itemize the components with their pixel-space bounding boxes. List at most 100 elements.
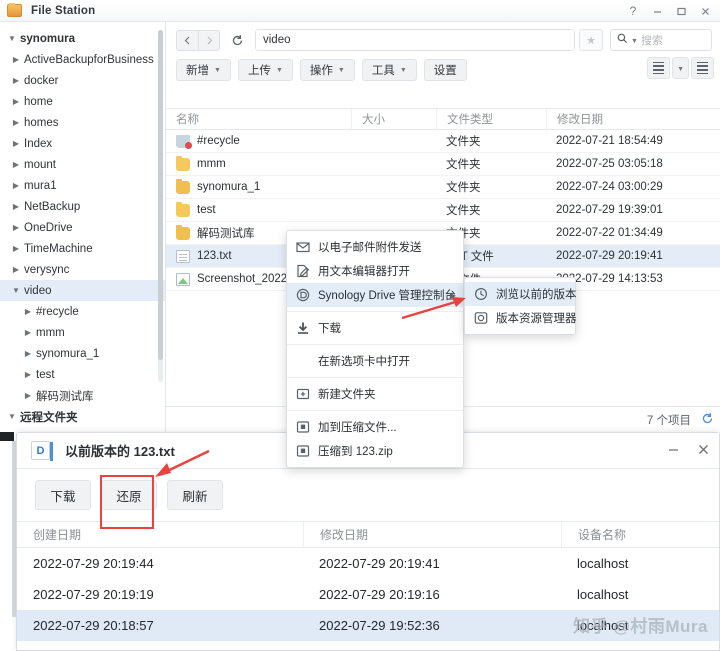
version-explorer-icon (473, 311, 488, 325)
toolbar-button-0[interactable]: 新增 ▼ (176, 58, 231, 81)
chevron-right-icon[interactable]: ▶ (22, 328, 34, 337)
sidebar-item-mmm[interactable]: ▶ mmm (0, 322, 165, 343)
maximize-icon[interactable] (670, 1, 692, 21)
sidebar-item-home[interactable]: ▶ home (0, 91, 165, 112)
list-view-icon[interactable] (647, 57, 671, 79)
context-menu[interactable]: 以电子邮件附件发送 用文本编辑器打开 Synology Drive 管理控制台 ▶ 下载… (286, 230, 464, 468)
sidebar-item-label: video (24, 284, 52, 297)
chevron-right-icon[interactable]: ▶ (22, 307, 34, 316)
submenu-item-0[interactable]: 浏览以前的版本 (465, 282, 577, 306)
version-modified: 2022-07-29 20:19:16 (319, 587, 440, 602)
sidebar-item-onedrive[interactable]: ▶ OneDrive (0, 217, 165, 238)
submenu-item-1[interactable]: 版本资源管理器 (465, 306, 577, 330)
close-icon[interactable] (695, 443, 711, 459)
minimize-icon[interactable] (646, 1, 668, 21)
sidebar-item-index[interactable]: ▶ Index (0, 133, 165, 154)
column-header-type[interactable]: 文件类型 (436, 109, 546, 129)
forward-icon[interactable] (198, 29, 220, 51)
close-icon[interactable] (694, 1, 716, 21)
column-header-size[interactable]: 大小 (351, 109, 436, 129)
star-icon[interactable]: ★ (579, 29, 603, 51)
detail-view-icon[interactable] (691, 57, 714, 79)
chevron-right-icon[interactable]: ▶ (22, 349, 34, 358)
context-submenu[interactable]: 浏览以前的版本版本资源管理器 (464, 277, 577, 335)
chevron-right-icon[interactable]: ▶ (10, 118, 22, 127)
toolbar-button-2[interactable]: 操作 ▼ (299, 58, 355, 81)
sidebar-item-label: 解码测试库 (36, 390, 94, 403)
sidebar-item-synomura[interactable]: ▼ synomura (0, 28, 165, 49)
sidebar-item-netbackup[interactable]: ▶ NetBackup (0, 196, 165, 217)
sidebar-item-test[interactable]: ▶ test (0, 364, 165, 385)
refresh-icon[interactable] (226, 30, 248, 51)
chevron-right-icon[interactable]: ▶ (10, 244, 22, 253)
column-header-created[interactable]: 创建日期 (17, 522, 303, 547)
chevron-right-icon[interactable]: ▶ (10, 181, 22, 190)
path-input[interactable]: video (255, 29, 575, 51)
sidebar-item-activebackupforbusiness[interactable]: ▶ ActiveBackupforBusiness (0, 49, 165, 70)
chevron-right-icon[interactable]: ▶ (10, 160, 22, 169)
sidebar-item--[interactable]: ▼ 远程文件夹 (0, 406, 165, 427)
sidebar-item--[interactable]: ▶ 解码测试库 (0, 385, 165, 406)
sidebar-item-mount[interactable]: ▶ mount (0, 154, 165, 175)
watermark: 知乎 @村雨Mura (573, 617, 708, 636)
sidebar-item-docker[interactable]: ▶ docker (0, 70, 165, 91)
dialog-toolbar: 下载 还原 刷新 (17, 449, 719, 529)
chevron-right-icon[interactable]: ▶ (10, 223, 22, 232)
chevron-right-icon[interactable]: ▶ (10, 97, 22, 106)
chevron-down-icon[interactable]: ▼ (6, 34, 18, 43)
column-header-modified[interactable]: 修改日期 (546, 109, 720, 129)
table-row[interactable]: mmm 文件夹 2022-07-25 03:05:18 (166, 153, 720, 176)
table-row[interactable]: test 文件夹 2022-07-29 19:39:01 (166, 199, 720, 222)
column-header-device[interactable]: 设备名称 (561, 522, 719, 547)
back-icon[interactable] (176, 29, 198, 51)
menu-item-5[interactable]: 新建文件夹 (287, 382, 463, 406)
sidebar-scrollbar[interactable] (158, 30, 163, 382)
menu-item-0[interactable]: 以电子邮件附件发送 (287, 235, 463, 259)
sidebar-item-timemachine[interactable]: ▶ TimeMachine (0, 238, 165, 259)
toolbar-button-1[interactable]: 上传 ▼ (237, 58, 293, 81)
file-name: 解码测试库 (197, 228, 255, 240)
menu-item-1[interactable]: 用文本编辑器打开 (287, 259, 463, 283)
menu-item-4[interactable]: 在新选项卡中打开 (287, 349, 463, 373)
sidebar-item-label: test (36, 368, 55, 381)
version-row[interactable]: 2022-07-29 20:19:44 2022-07-29 20:19:41 lo… (17, 548, 719, 579)
dialog-button-2[interactable]: 刷新 (167, 480, 223, 510)
version-row[interactable]: 2022-07-29 20:19:19 2022-07-29 20:19:16 lo… (17, 579, 719, 610)
table-row[interactable]: #recycle 文件夹 2022-07-21 18:54:49 (166, 130, 720, 153)
version-device: localhost (577, 587, 629, 602)
sidebar-item-verysync[interactable]: ▶ verysync (0, 259, 165, 280)
minimize-icon[interactable] (665, 443, 681, 459)
sidebar-item--recycle[interactable]: ▶ #recycle (0, 301, 165, 322)
sidebar-item-homes[interactable]: ▶ homes (0, 112, 165, 133)
chevron-right-icon[interactable]: ▶ (10, 55, 22, 64)
dialog-button-0[interactable]: 下载 (35, 480, 91, 510)
sidebar-item-synomura_1[interactable]: ▶ synomura_1 (0, 343, 165, 364)
toolbar-button-3[interactable]: 工具 ▼ (361, 58, 417, 81)
recycle-bin-icon (176, 134, 192, 149)
chevron-down-icon[interactable]: ▼ (10, 286, 22, 295)
chevron-right-icon[interactable]: ▶ (10, 76, 22, 85)
column-header-name[interactable]: 名称 (166, 109, 351, 129)
column-header-modified[interactable]: 修改日期 (303, 522, 561, 547)
menu-item-2[interactable]: Synology Drive 管理控制台 ▶ (287, 283, 463, 307)
sidebar-item-label: ActiveBackupforBusiness (24, 53, 154, 66)
chevron-down-icon[interactable]: ▼ (6, 412, 18, 421)
chevron-right-icon[interactable]: ▶ (22, 391, 34, 400)
sidebar-item-mura1[interactable]: ▶ mura1 (0, 175, 165, 196)
chevron-down-icon[interactable]: ▼ (672, 57, 689, 79)
chevron-right-icon[interactable]: ▶ (22, 370, 34, 379)
search-input[interactable]: ▼ 搜索 (610, 29, 712, 51)
chevron-right-icon[interactable]: ▶ (10, 202, 22, 211)
help-icon[interactable]: ? (622, 1, 644, 21)
chevron-right-icon[interactable]: ▶ (10, 265, 22, 274)
status-refresh-icon[interactable] (701, 412, 714, 428)
toolbar-button-4[interactable]: 设置 (423, 58, 467, 81)
chevron-right-icon[interactable]: ▶ (10, 139, 22, 148)
menu-item-6[interactable]: 加到压缩文件... (287, 415, 463, 439)
menu-item-7[interactable]: 压缩到 123.zip (287, 439, 463, 463)
sidebar-item-video[interactable]: ▼ video (0, 280, 165, 301)
menu-item-3[interactable]: 下载 (287, 316, 463, 340)
folder-icon (176, 224, 190, 240)
submenu-item-label: 浏览以前的版本 (496, 289, 577, 301)
table-row[interactable]: synomura_1 文件夹 2022-07-24 03:00:29 (166, 176, 720, 199)
